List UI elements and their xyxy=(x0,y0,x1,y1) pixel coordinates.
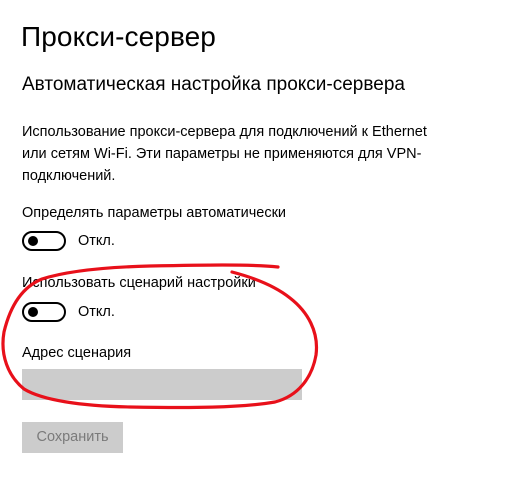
description-line: подключений. xyxy=(22,168,116,184)
auto-detect-state: Откл. xyxy=(78,233,115,249)
description-line: Использование прокси-сервера для подключ… xyxy=(22,124,427,140)
auto-detect-label: Определять параметры автоматически xyxy=(22,205,287,221)
section-title: Автоматическая настройка прокси-сервера xyxy=(22,74,405,95)
setup-script-label: Использовать сценарий настройки xyxy=(22,275,256,291)
page-title: Прокси-сервер xyxy=(21,21,216,52)
auto-detect-toggle[interactable] xyxy=(22,231,66,251)
script-address-input[interactable] xyxy=(22,369,302,400)
toggle-knob xyxy=(28,307,38,317)
save-button[interactable]: Сохранить xyxy=(22,422,123,453)
setup-script-state: Откл. xyxy=(78,304,115,320)
toggle-knob xyxy=(28,236,38,246)
setup-script-toggle[interactable] xyxy=(22,302,66,322)
script-address-label: Адрес сценария xyxy=(22,345,132,361)
description-line: или сетям Wi-Fi. Эти параметры не примен… xyxy=(22,146,422,162)
proxy-description: Использование прокси-сервера для подключ… xyxy=(22,121,462,187)
